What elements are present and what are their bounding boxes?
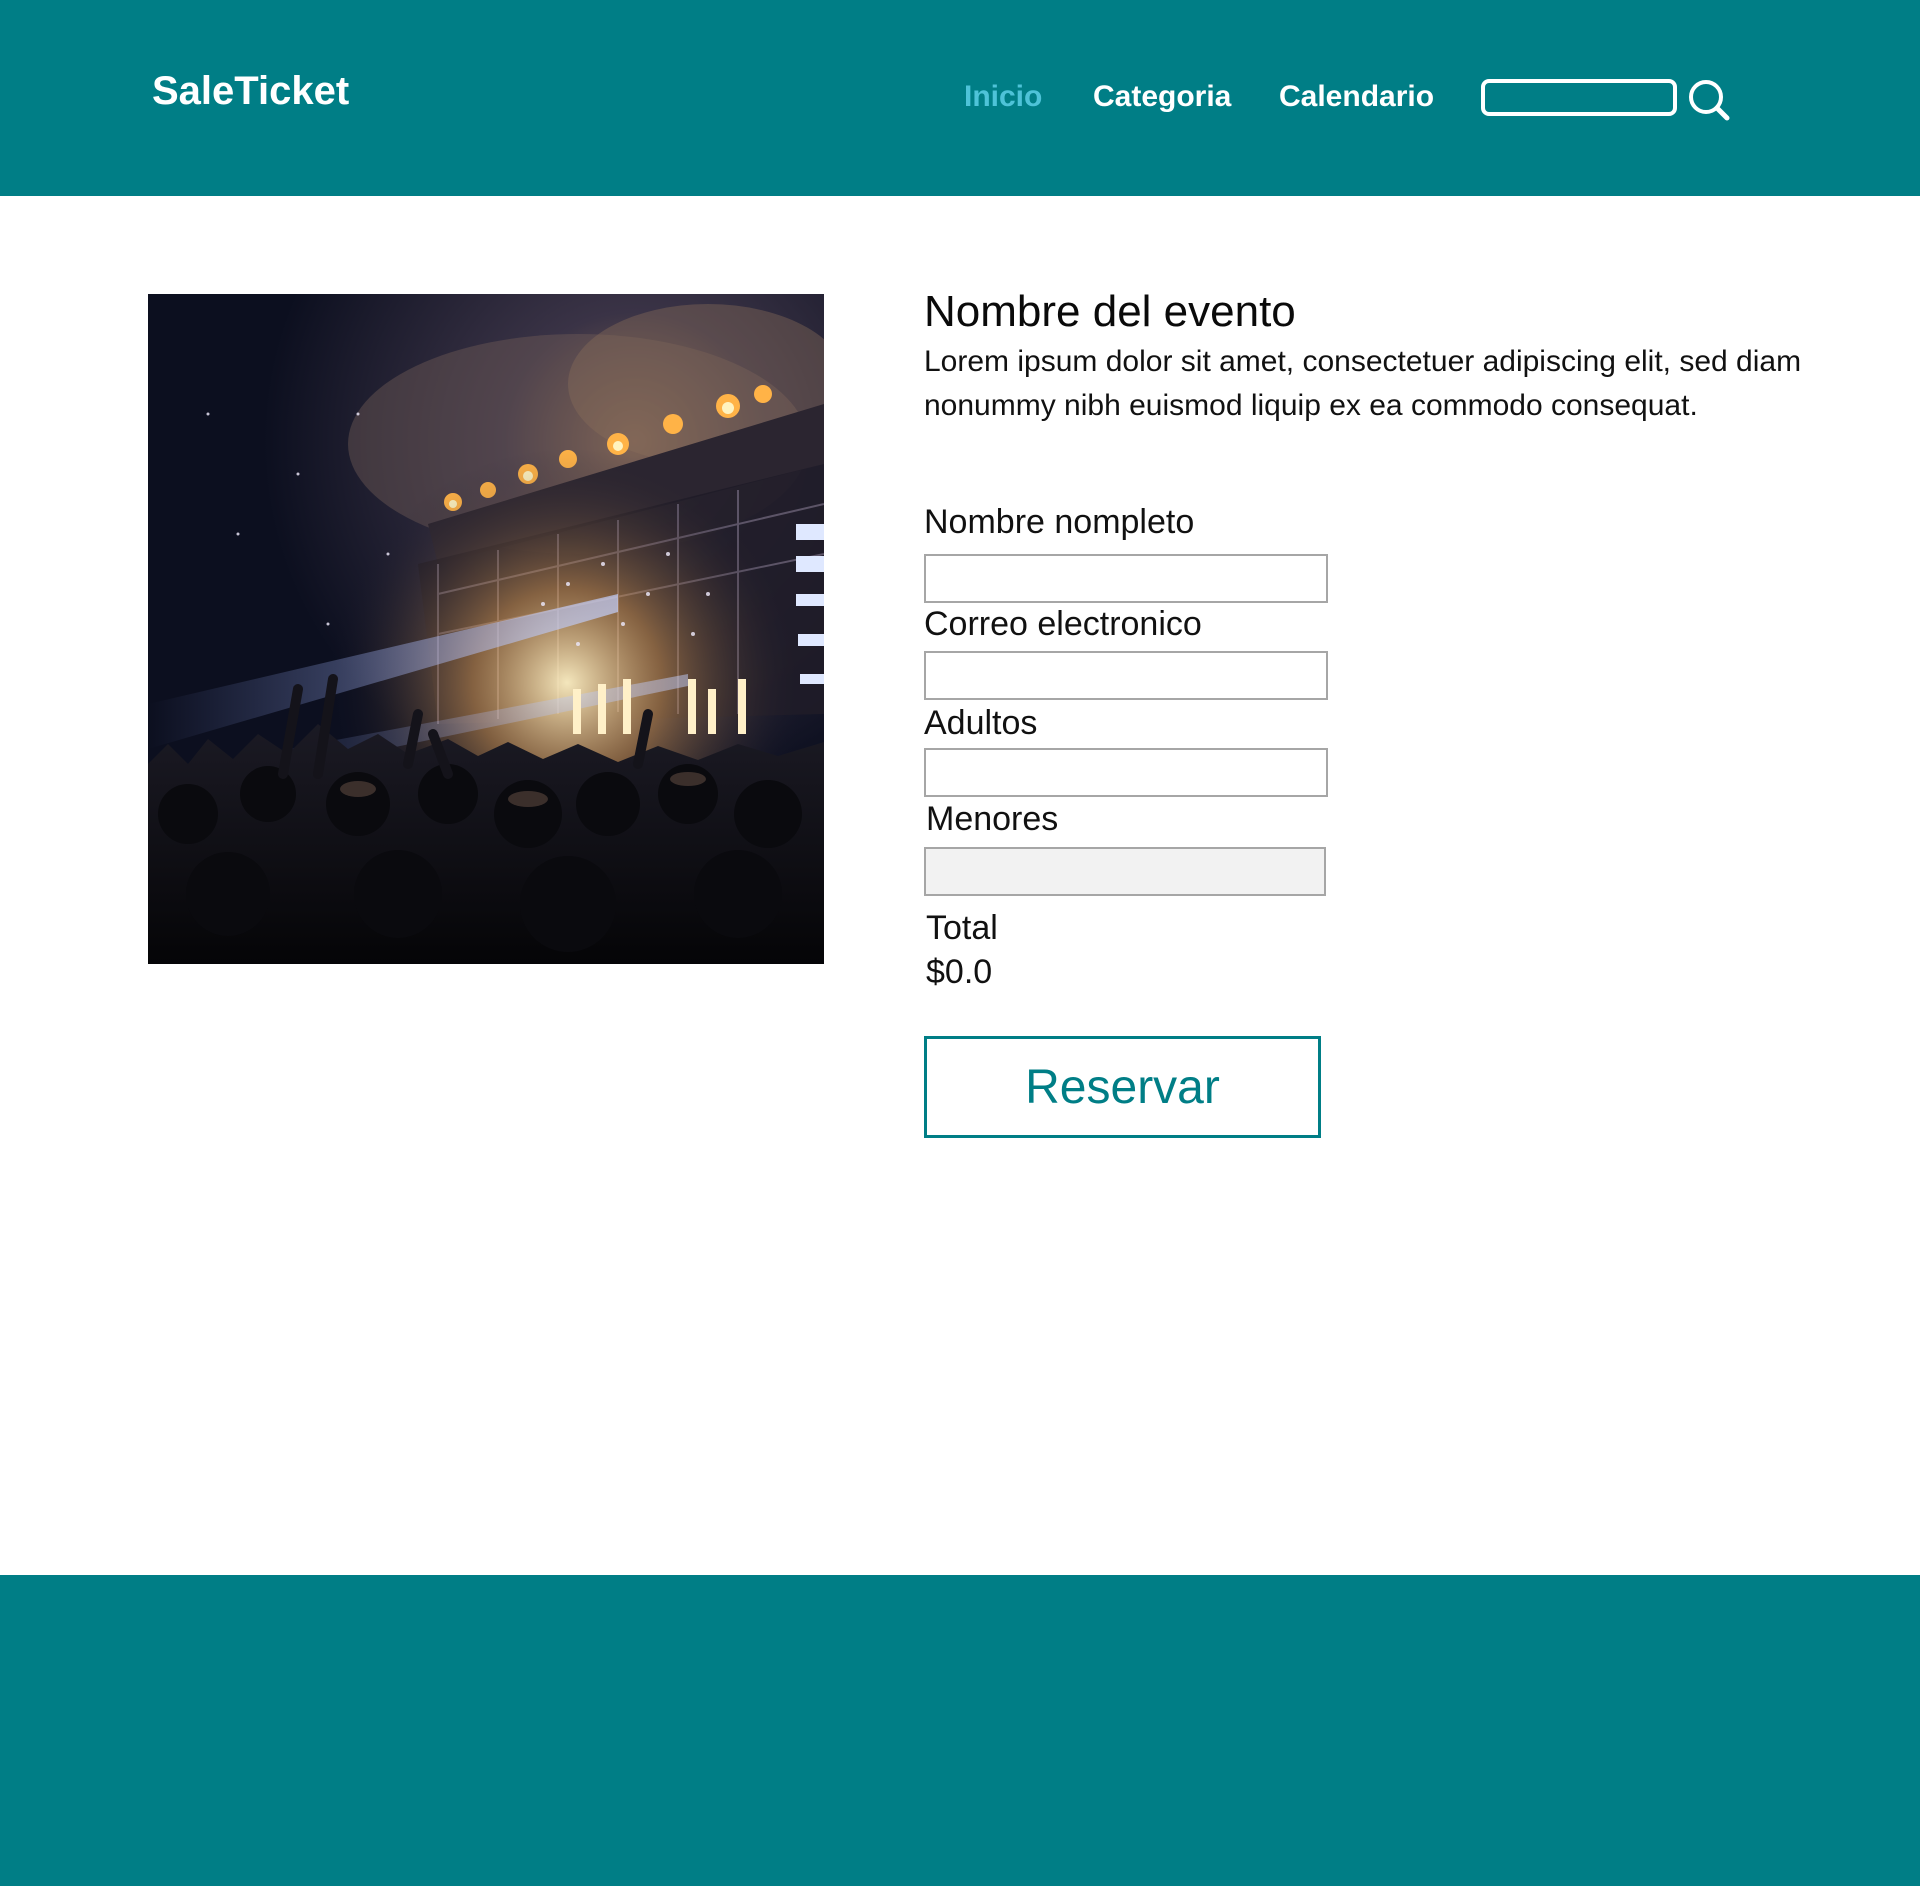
name-field-label: Nombre nompleto (924, 503, 1195, 541)
total-value: $0.0 (926, 953, 993, 991)
adults-field[interactable] (924, 748, 1328, 797)
nav-item-categoria[interactable]: Categoria (1093, 77, 1231, 117)
adults-field-label: Adultos (924, 704, 1038, 742)
reserve-button[interactable]: Reservar (924, 1036, 1321, 1138)
name-field[interactable] (924, 554, 1328, 603)
search-input[interactable] (1481, 79, 1677, 116)
email-field-label: Correo electronico (924, 605, 1202, 643)
brand-logo[interactable]: SaleTicket (152, 68, 349, 114)
email-field[interactable] (924, 651, 1328, 700)
event-description: Lorem ipsum dolor sit amet, consectetuer… (924, 345, 1802, 422)
event-image (148, 294, 824, 964)
site-header: SaleTicket Inicio Categoria Calendario (0, 0, 1920, 196)
minors-field-label: Menores (926, 800, 1059, 838)
total-label: Total (926, 909, 998, 947)
search-icon[interactable] (1686, 77, 1732, 123)
site-footer (0, 1575, 1920, 1886)
nav-item-calendario[interactable]: Calendario (1279, 77, 1434, 117)
minors-field[interactable] (924, 847, 1326, 896)
event-title: Nombre del evento (924, 287, 1296, 336)
nav-item-inicio[interactable]: Inicio (964, 77, 1042, 117)
